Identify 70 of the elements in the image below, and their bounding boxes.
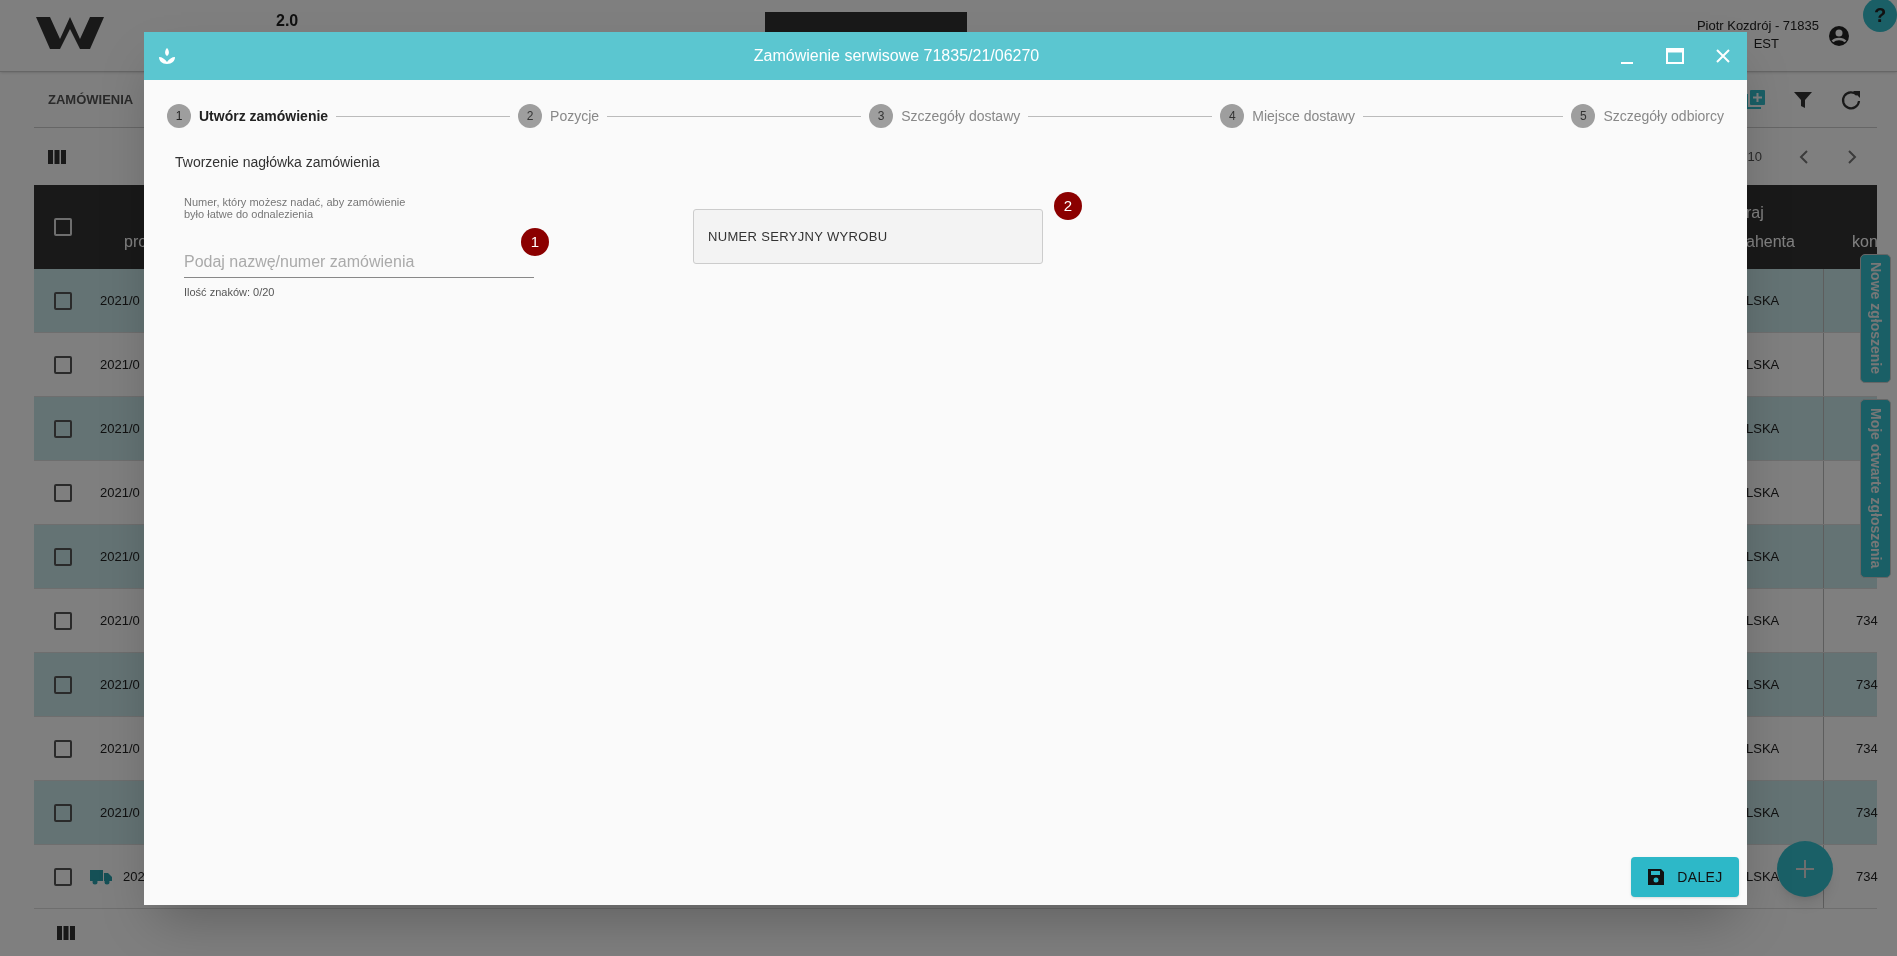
table-cell-text: 2021/0: [99, 291, 140, 310]
step-badge: 2: [1054, 192, 1082, 220]
row-checkbox[interactable]: [54, 547, 72, 566]
step-number: 2: [518, 104, 543, 128]
maximize-icon[interactable]: [1665, 46, 1685, 66]
row-checkbox[interactable]: [54, 739, 72, 758]
table-cell-text: LSKA: [1746, 547, 1780, 566]
user-company: EST: [1753, 35, 1779, 53]
table-cell: 734: [1856, 676, 1878, 692]
row-checkbox[interactable]: [54, 867, 72, 886]
table-cell: 734: [1856, 804, 1878, 820]
section-heading: Tworzenie nagłówka zamówienia: [174, 153, 381, 172]
step-number: 3: [869, 104, 894, 128]
table-cell-text: 2021/0: [99, 803, 140, 822]
row-checkbox[interactable]: [54, 483, 72, 502]
dialog-title: Zamówienie serwisowe 71835/21/06270: [752, 46, 1041, 66]
table-cell: 734: [1856, 612, 1878, 628]
step-label[interactable]: Pozycje: [550, 105, 600, 127]
user-name: Piotr Kozdrój - 71835: [1696, 17, 1819, 35]
table-cell-text: 2021/0: [99, 739, 140, 758]
truck-icon: [90, 868, 112, 885]
section-title: ZAMÓWIENIA: [48, 90, 134, 109]
table-cell-text: LSKA: [1746, 355, 1780, 374]
step-label[interactable]: Utwórz zamówienie: [199, 105, 329, 127]
table-cell-text: 202: [123, 867, 145, 886]
table-cell-text: LSKA: [1746, 803, 1780, 822]
row-checkbox[interactable]: [54, 611, 72, 630]
step-label[interactable]: Szczegóły odbiorcy: [1603, 105, 1724, 127]
serial-number-button[interactable]: NUMER SERYJNY WYROBU: [693, 209, 1043, 264]
table-cell-text: LSKA: [1746, 867, 1780, 886]
page-size: 10: [1747, 147, 1762, 166]
row-checkbox[interactable]: [54, 419, 72, 438]
step-number: 4: [1220, 104, 1245, 128]
table-cell-text: LSKA: [1746, 611, 1780, 630]
table-cell-text: 2021/0: [99, 611, 140, 630]
table-cell: 734: [1856, 740, 1878, 756]
table-cell-text: 2021/0: [99, 483, 140, 502]
table-cell-text: 2021/0: [99, 547, 140, 566]
step-label[interactable]: Miejsce dostawy: [1252, 105, 1355, 127]
row-checkbox[interactable]: [54, 803, 72, 822]
row-checkbox[interactable]: [54, 355, 72, 374]
table-cell-text: LSKA: [1746, 739, 1780, 758]
table-cell: 734: [1856, 868, 1878, 884]
column-header: kon: [1852, 233, 1878, 250]
table-cell-text: 2021/0: [99, 419, 140, 438]
table-cell-text: LSKA: [1746, 419, 1780, 438]
save-icon: [1647, 868, 1666, 886]
step-badge: 1: [521, 228, 549, 256]
character-counter: Ilość znaków: 0/20: [184, 285, 276, 300]
help-button[interactable]: ?: [1863, 0, 1897, 32]
row-checkbox[interactable]: [54, 675, 72, 694]
table-cell-text: LSKA: [1746, 675, 1780, 694]
table-cell-text: 2021/0: [99, 355, 140, 374]
account-icon[interactable]: [1827, 24, 1851, 48]
table-cell-text: 2021/0: [99, 675, 140, 694]
step-label[interactable]: Szczegóły dostawy: [901, 105, 1021, 127]
column-header: ahenta: [1746, 232, 1796, 252]
row-checkbox[interactable]: [54, 291, 72, 310]
step-number: 5: [1571, 104, 1596, 128]
logo-icon: [34, 15, 106, 51]
logo-version: 2.0: [276, 13, 299, 29]
field-hint: Numer, który możesz nadać, aby zamówienie było łatwe do odnalezienia: [184, 196, 407, 220]
table-cell-text: LSKA: [1746, 483, 1780, 502]
step-number: 1: [167, 104, 191, 128]
plus-icon: [1794, 858, 1816, 880]
order-name-field[interactable]: Podaj nazwę/numer zamówienia: [184, 246, 534, 278]
sprout-icon: [158, 47, 176, 65]
next-button[interactable]: DALEJ: [1631, 857, 1739, 897]
column-header: raj: [1746, 203, 1765, 223]
table-cell-text: LSKA: [1746, 291, 1780, 310]
